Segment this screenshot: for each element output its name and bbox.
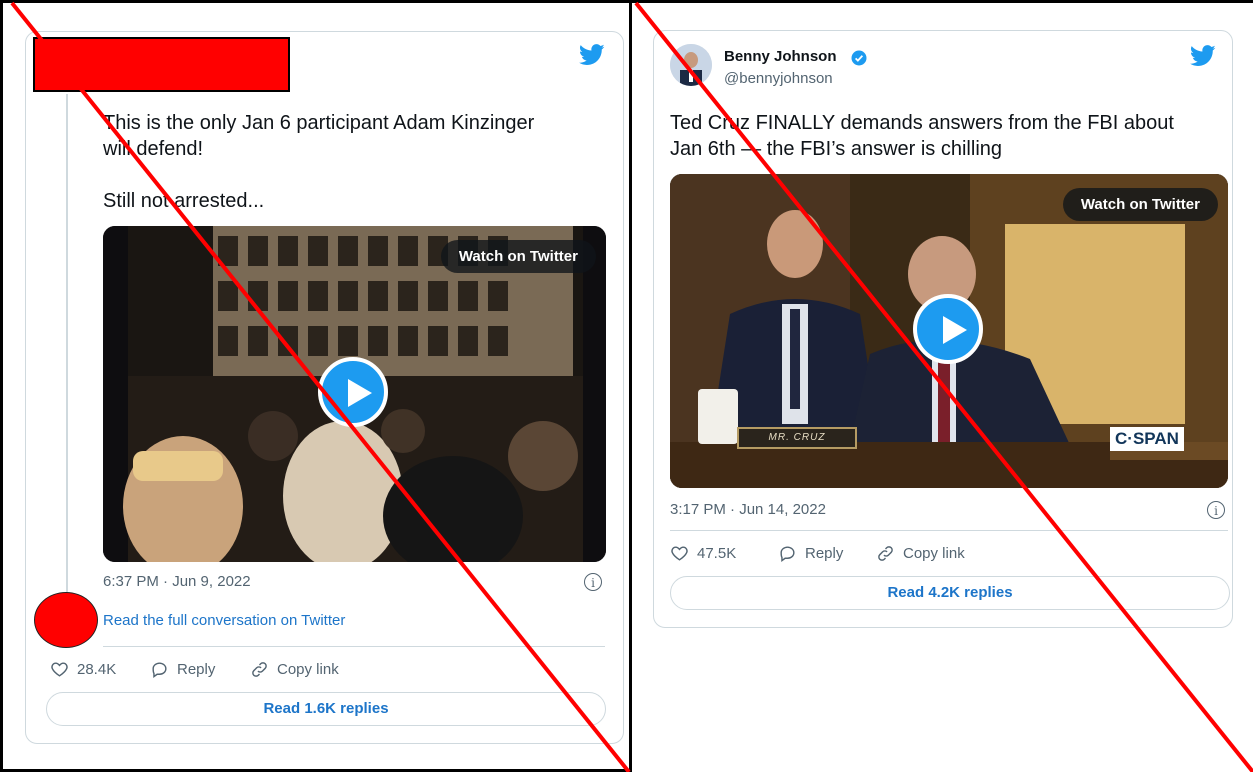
copy-link-button[interactable]: Copy link [250, 660, 339, 679]
divider [670, 530, 1228, 531]
reply-icon [780, 546, 795, 563]
play-icon[interactable] [913, 294, 983, 364]
nameplate: MR. CRUZ [737, 427, 857, 449]
tweet-card-right: Benny Johnson @bennyjohnson Ted Cruz FIN… [653, 30, 1233, 628]
watch-on-twitter-button[interactable]: Watch on Twitter [1062, 188, 1218, 221]
twitter-bird-icon[interactable] [579, 44, 605, 66]
copy-link-icon [878, 546, 893, 561]
right-panel: Benny Johnson @bennyjohnson Ted Cruz FIN… [629, 0, 1253, 772]
tweet-timestamp[interactable]: 6:37 PM · Jun 9, 2022 [103, 573, 251, 590]
copy-link-button[interactable]: Copy link [876, 544, 965, 563]
redaction-circle [34, 592, 98, 648]
heart-icon [671, 546, 688, 561]
read-conversation-link[interactable]: Read the full conversation on Twitter [103, 612, 345, 629]
left-panel: This is the only Jan 6 participant Adam … [0, 0, 632, 772]
heart-icon [51, 662, 68, 677]
info-icon[interactable]: i [1207, 501, 1225, 519]
broadcast-logo: C·SPAN [1110, 427, 1184, 451]
tweet-timestamp[interactable]: 3:17 PM · Jun 14, 2022 [670, 501, 826, 518]
video-thumbnail[interactable]: Watch on Twitter [103, 226, 606, 562]
like-count: 47.5K [697, 545, 737, 562]
watch-on-twitter-button[interactable]: Watch on Twitter [440, 240, 596, 273]
author-handle[interactable]: @bennyjohnson [724, 70, 833, 87]
tweet-text: Ted Cruz FINALLY demands answers from th… [670, 112, 1174, 160]
play-icon[interactable] [318, 357, 388, 427]
copy-link-label: Copy link [903, 545, 965, 562]
reply-label: Reply [805, 545, 844, 562]
avatar[interactable] [670, 44, 712, 86]
tweet-text: This is the only Jan 6 participant Adam … [103, 112, 535, 212]
video-thumbnail[interactable]: MR. CRUZ C·SPAN Watch on Twitter [670, 174, 1228, 488]
twitter-bird-icon[interactable] [1190, 45, 1216, 67]
reply-button[interactable]: Reply [150, 660, 215, 679]
like-count: 28.4K [77, 661, 117, 678]
reply-button[interactable]: Reply [778, 544, 843, 563]
verified-badge-icon [851, 50, 867, 66]
redaction-box [33, 37, 290, 92]
author-name[interactable]: Benny Johnson [724, 48, 837, 65]
reply-icon [152, 662, 167, 679]
copy-link-icon [252, 662, 267, 677]
thread-line [66, 94, 68, 594]
read-replies-button[interactable]: Read 1.6K replies [46, 692, 606, 726]
copy-link-label: Copy link [277, 661, 339, 678]
reply-label: Reply [177, 661, 216, 678]
like-button[interactable]: 47.5K [670, 544, 736, 563]
read-replies-button[interactable]: Read 4.2K replies [670, 576, 1230, 610]
info-icon[interactable]: i [584, 573, 602, 591]
divider [103, 646, 605, 647]
like-button[interactable]: 28.4K [50, 660, 116, 679]
tweet-card-left: This is the only Jan 6 participant Adam … [25, 31, 624, 744]
